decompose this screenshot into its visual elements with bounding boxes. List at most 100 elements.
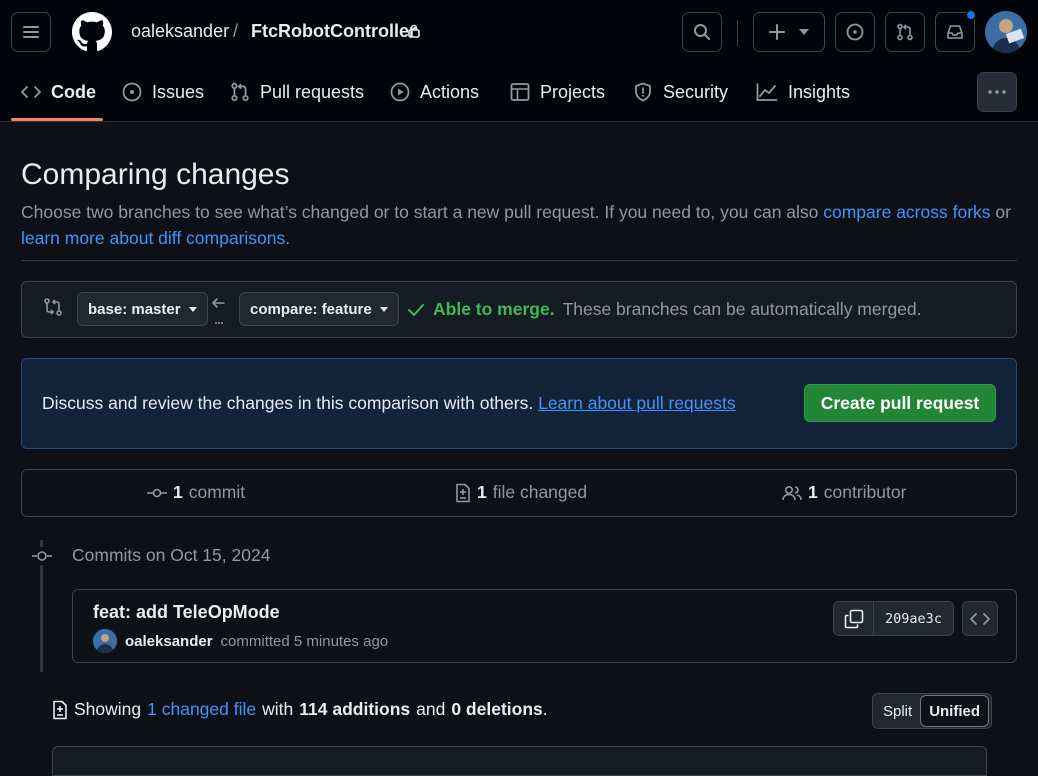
tab-label: Actions [420, 81, 480, 102]
hamburger-icon [22, 24, 40, 40]
contributors-count: 1 [808, 482, 818, 502]
git-compare-icon [43, 297, 63, 317]
merge-status-text: These branches can be automatically merg… [562, 299, 922, 319]
header-divider [737, 20, 738, 46]
author-avatar[interactable] [93, 629, 117, 653]
pull-request-icon [230, 82, 250, 102]
showing-label: Showing [74, 699, 142, 719]
discuss-message: Discuss and review the changes in this c… [42, 393, 534, 413]
page-title: Comparing changes [21, 158, 290, 191]
arrow-left-icon [210, 295, 228, 327]
repo-nav: Code Issues Pull requests Actions Projec… [0, 62, 1038, 122]
lock-icon [407, 23, 421, 39]
repo-separator: / [233, 21, 239, 41]
base-branch-select[interactable]: base: master [77, 292, 208, 326]
contributors-summary-link[interactable]: 1 contributor [782, 482, 906, 503]
notification-dot [966, 10, 976, 20]
tab-issues[interactable]: Issues [122, 62, 204, 122]
files-summary-link[interactable]: 1 file changed [455, 482, 587, 503]
learn-diff-comparisons-link[interactable]: learn more about diff comparisons [21, 228, 285, 248]
active-tab-indicator [11, 118, 103, 121]
inbox-icon [946, 23, 964, 41]
more-tabs-button[interactable] [977, 72, 1017, 112]
commit-author-link[interactable]: oaleksander [125, 633, 213, 650]
compare-across-forks-link[interactable]: compare across forks [823, 202, 990, 222]
learn-pull-requests-link[interactable]: Learn about pull requests [538, 393, 736, 413]
period: . [542, 699, 548, 719]
commit-title-link[interactable]: feat: add TeleOpMode [93, 602, 280, 623]
commits-date-heading: Commits on Oct 15, 2024 [72, 545, 271, 565]
commits-label: commit [188, 482, 246, 502]
changed-files-link[interactable]: 1 changed file [147, 699, 256, 720]
menu-button[interactable] [11, 12, 51, 52]
tab-projects[interactable]: Projects [510, 62, 605, 122]
commits-summary-link[interactable]: 1 commit [147, 482, 245, 503]
pull-requests-button[interactable] [885, 12, 925, 52]
code-icon [21, 84, 41, 100]
play-icon [390, 82, 410, 102]
deletions-count: 0 deletions [451, 699, 543, 719]
user-avatar[interactable] [985, 11, 1027, 53]
commit-time: committed 5 minutes ago [220, 632, 389, 650]
tab-label: Projects [540, 81, 606, 102]
merge-ok-label: Able to merge. [433, 299, 555, 319]
issue-circle-icon [846, 23, 864, 41]
pull-request-icon [896, 23, 914, 41]
kebab-horizontal-icon [988, 90, 1006, 94]
file-diff-header [52, 746, 987, 776]
check-icon [407, 303, 425, 317]
contributors-label: contributor [823, 482, 907, 502]
graph-icon [756, 82, 778, 102]
caret-down-icon [188, 306, 197, 312]
tab-label: Pull requests [260, 81, 365, 102]
compare-branch-label: compare: feature [250, 300, 372, 318]
table-icon [510, 82, 530, 102]
copy-icon [844, 609, 864, 629]
tab-label: Issues [152, 81, 205, 102]
git-commit-icon [31, 547, 53, 565]
repo-name-link[interactable]: FtcRobotController [251, 21, 416, 42]
tab-security[interactable]: Security [633, 62, 728, 122]
additions-count: 114 additions [299, 699, 411, 719]
copy-sha-button[interactable] [834, 602, 874, 635]
commit-sha-link[interactable]: 209ae3c [874, 602, 953, 635]
merge-status: Able to merge. These branches can be aut… [407, 299, 922, 320]
browse-repo-at-commit-button[interactable] [962, 601, 998, 636]
divider [21, 260, 1017, 261]
tab-label: Security [663, 81, 729, 102]
files-count: 1 [477, 482, 487, 502]
tab-pull-requests[interactable]: Pull requests [230, 62, 364, 122]
commit-sha-group: 209ae3c [833, 601, 954, 636]
compare-branch-select[interactable]: compare: feature [239, 292, 399, 326]
file-diff-icon [52, 700, 68, 720]
plus-icon [769, 24, 785, 40]
issue-icon [122, 82, 142, 102]
description-text: Choose two branches to see what’s change… [21, 202, 824, 222]
page-description: Choose two branches to see what’s change… [21, 199, 1021, 251]
create-pull-request-button[interactable]: Create pull request [804, 384, 996, 422]
with-label: with [262, 699, 294, 719]
commits-count: 1 [173, 482, 183, 502]
search-button[interactable] [682, 12, 722, 52]
tab-insights[interactable]: Insights [756, 62, 850, 122]
repo-owner-link[interactable]: oaleksander [131, 21, 229, 42]
issues-button[interactable] [835, 12, 875, 52]
split-view-button[interactable]: Split [875, 695, 920, 727]
chevron-down-icon [799, 29, 809, 35]
discuss-text: Discuss and review the changes in this c… [42, 393, 736, 414]
tab-label: Insights [788, 81, 851, 102]
tab-actions[interactable]: Actions [390, 62, 479, 122]
code-icon [970, 612, 990, 626]
description-text: . [285, 228, 291, 248]
people-icon [782, 484, 802, 502]
base-branch-label: base: master [88, 300, 181, 318]
and-label: and [416, 699, 446, 719]
create-new-button[interactable] [753, 12, 825, 52]
description-text: or [990, 202, 1011, 222]
unified-view-button[interactable]: Unified [920, 695, 990, 727]
search-icon [693, 23, 711, 41]
diff-summary: Showing 1 changed file with 114 addition… [52, 699, 548, 720]
tab-code[interactable]: Code [21, 62, 96, 122]
caret-down-icon [379, 306, 388, 312]
github-logo-icon[interactable] [72, 12, 112, 52]
